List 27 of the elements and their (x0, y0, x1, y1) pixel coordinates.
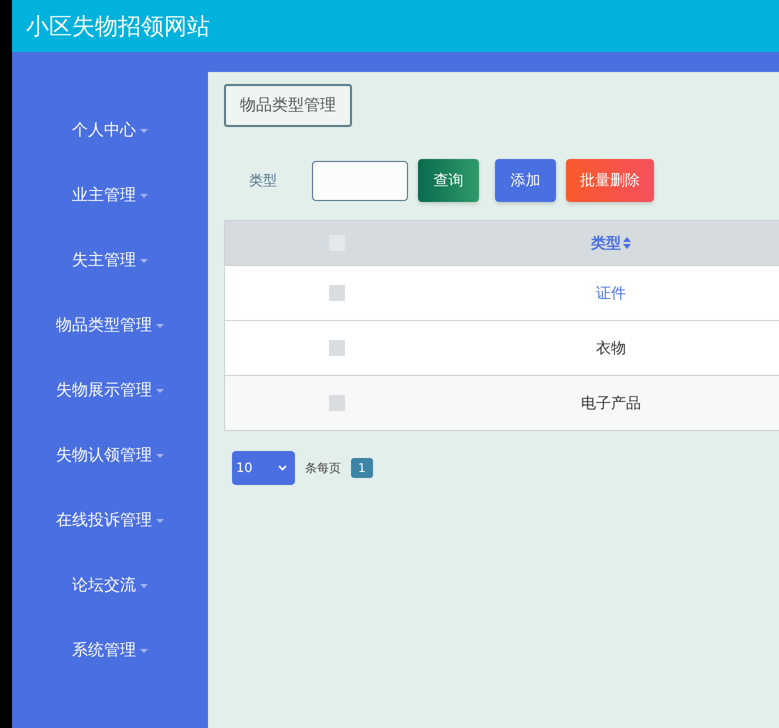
sidebar-item[interactable]: 业主管理 (12, 163, 208, 228)
row-checkbox[interactable] (329, 285, 345, 301)
page-size-select[interactable]: 10 (232, 451, 295, 485)
row-checkbox[interactable] (329, 340, 345, 356)
sidebar-item[interactable]: 论坛交流 (12, 553, 208, 618)
sidebar-item[interactable]: 系统管理 (12, 618, 208, 683)
table-cell-text: 证件 (595, 284, 627, 302)
sidebar-item[interactable]: 失主管理 (12, 228, 208, 293)
breadcrumb-tab[interactable]: 物品类型管理 (224, 84, 352, 127)
field-label: 类型 (248, 172, 278, 190)
per-page-label: 条每页 (305, 460, 341, 476)
site-title: 小区失物招领网站 (26, 12, 210, 42)
sidebar-item[interactable]: 个人中心 (12, 98, 208, 163)
sidebar-item[interactable]: 失物展示管理 (12, 358, 208, 423)
sidebar-item[interactable]: 失物认领管理 (12, 423, 208, 488)
chevron-icon (278, 465, 287, 471)
sidebar-item[interactable]: 在线投诉管理 (12, 488, 208, 553)
table-cell-text: 衣物 (595, 338, 627, 358)
table-cell-text: 电子产品 (580, 394, 642, 412)
row-checkbox[interactable] (329, 395, 345, 411)
add-button[interactable]: 添加 (495, 159, 556, 202)
search-button[interactable]: 查询 (418, 159, 479, 202)
sidebar-item[interactable]: 物品类型管理 (12, 293, 208, 358)
page-button[interactable]: 1 (351, 458, 373, 478)
delete-button[interactable]: 批量删除 (566, 159, 654, 202)
type-input-field[interactable] (312, 160, 408, 200)
sort-icon[interactable] (623, 237, 631, 249)
